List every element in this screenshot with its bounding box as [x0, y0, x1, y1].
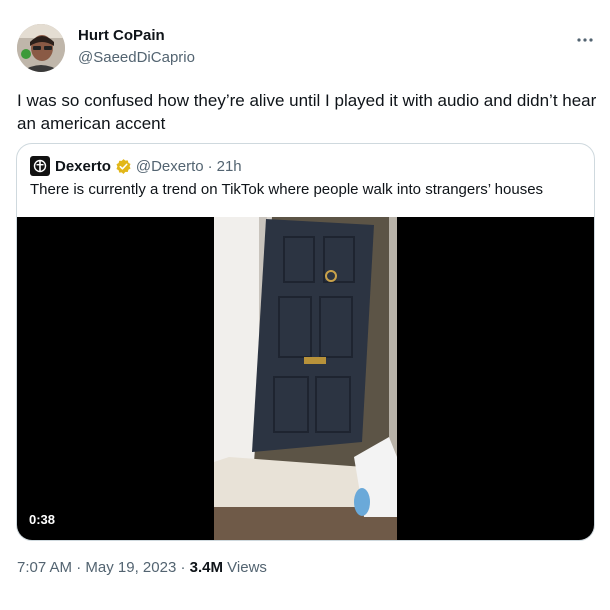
- tweet-date: May 19, 2023: [85, 559, 177, 576]
- quoted-handle[interactable]: @Dexerto: [136, 158, 204, 175]
- quoted-timestamp[interactable]: 21h: [217, 158, 242, 175]
- views-label: Views: [227, 559, 267, 576]
- quoted-tweet-text: There is currently a trend on TikTok whe…: [30, 181, 544, 198]
- more-options-button[interactable]: [576, 27, 594, 48]
- quoted-separator: ·: [207, 157, 213, 175]
- views-count[interactable]: 3.4M: [190, 559, 223, 576]
- verified-badge-icon: [115, 158, 132, 175]
- video-player[interactable]: 0:38: [17, 217, 594, 540]
- tweet-meta: 7:07 AM · May 19, 2023 · 3.4M Views: [17, 559, 267, 576]
- avatar-image: [17, 24, 65, 72]
- tweet-time-link[interactable]: 7:07 AM · May 19, 2023: [17, 559, 176, 576]
- video-duration: 0:38: [29, 512, 56, 527]
- meta-separator: ·: [76, 559, 82, 576]
- tweet-time: 7:07 AM: [17, 559, 73, 576]
- video-thumbnail: [214, 217, 397, 540]
- quoted-tweet[interactable]: Dexerto @Dexerto · 21h There is currentl…: [16, 143, 595, 541]
- author-display-name[interactable]: Hurt CoPain: [78, 27, 165, 44]
- quoted-tweet-header: Dexerto @Dexerto · 21h: [30, 156, 242, 176]
- tweet-text: I was so confused how they’re alive unti…: [17, 91, 597, 133]
- meta-separator: ·: [180, 559, 186, 576]
- more-horizontal-icon: [577, 38, 593, 42]
- author-handle[interactable]: @SaeedDiCaprio: [78, 49, 195, 66]
- quoted-display-name[interactable]: Dexerto: [55, 158, 111, 175]
- avatar[interactable]: [17, 24, 65, 72]
- dexerto-logo-icon: [30, 156, 50, 176]
